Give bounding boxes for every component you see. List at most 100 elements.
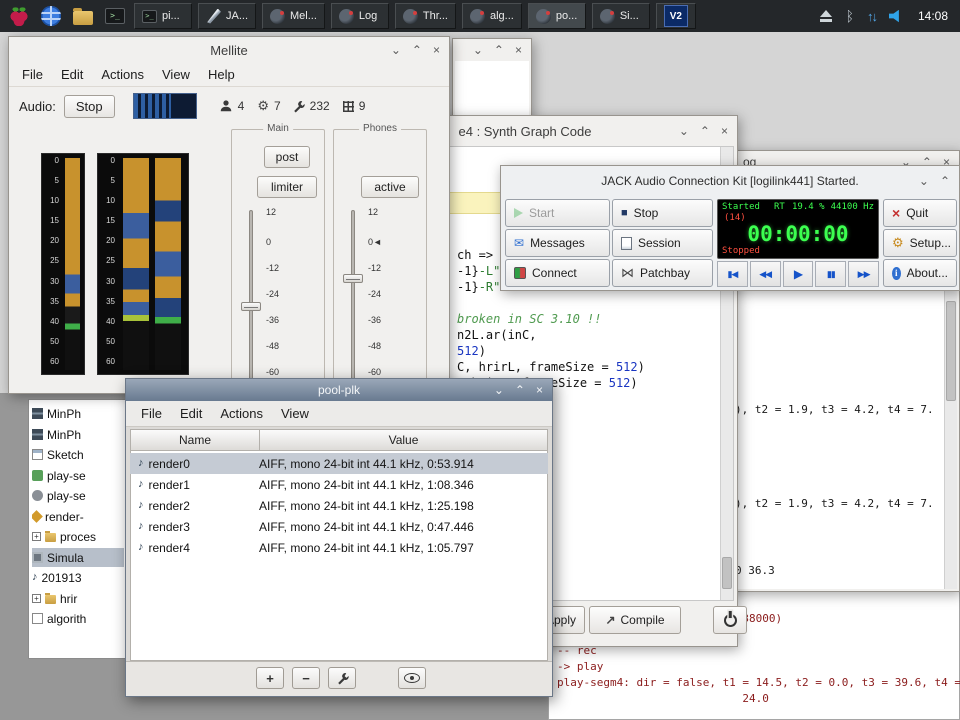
tree-item-minph2[interactable]: MinPh bbox=[32, 425, 124, 444]
compile-button[interactable]: ↗Compile bbox=[589, 606, 681, 634]
volume-slider-handle[interactable] bbox=[241, 302, 261, 311]
menu-edit[interactable]: Edit bbox=[171, 403, 211, 424]
tree-item-play-se[interactable]: play-se bbox=[32, 466, 124, 485]
cell-name: render0 bbox=[149, 457, 190, 471]
patchbay-button[interactable]: ⋈Patchbay bbox=[612, 259, 713, 287]
audio-meter-widget[interactable] bbox=[133, 93, 197, 119]
titlebar[interactable]: pool-plk ⌄ ⌃ × bbox=[126, 379, 552, 401]
column-header-name[interactable]: Name bbox=[131, 430, 260, 450]
cell-name: render3 bbox=[149, 520, 190, 534]
power-button[interactable] bbox=[713, 606, 747, 634]
taskbar-window-algorithm[interactable]: alg... bbox=[462, 3, 522, 29]
shade-icon[interactable]: ⌃ bbox=[412, 44, 422, 56]
file-manager-launcher[interactable] bbox=[70, 3, 96, 29]
menu-help[interactable]: Help bbox=[199, 64, 244, 85]
tree-item-proces[interactable]: +proces bbox=[32, 527, 124, 546]
browser-launcher[interactable] bbox=[38, 3, 64, 29]
menu-view[interactable]: View bbox=[272, 403, 318, 424]
close-icon[interactable]: × bbox=[515, 44, 522, 56]
titlebar[interactable]: JACK Audio Connection Kit [logilink441] … bbox=[501, 166, 959, 196]
titlebar[interactable]: ⌄ ⌃ × bbox=[453, 39, 531, 61]
pause-button[interactable]: ▮▮ bbox=[815, 261, 846, 287]
tools-button[interactable] bbox=[328, 667, 356, 689]
scrollbar-thumb[interactable] bbox=[722, 557, 732, 589]
music-note-icon: ♪ bbox=[32, 572, 38, 583]
play-button[interactable]: ▶ bbox=[783, 261, 814, 287]
menu-view[interactable]: View bbox=[153, 64, 199, 85]
table-row[interactable]: ♪render0 AIFF, mono 24-bit int 44.1 kHz,… bbox=[130, 453, 548, 474]
tree-item-hrir[interactable]: +hrir bbox=[32, 589, 124, 608]
tree-item-algorithm[interactable]: algorith bbox=[32, 609, 124, 628]
minimize-icon[interactable]: ⌄ bbox=[919, 175, 929, 187]
table-row[interactable]: ♪render4 AIFF, mono 24-bit int 44.1 kHz,… bbox=[130, 537, 548, 558]
taskbar-vnc-button[interactable]: V2 bbox=[656, 3, 696, 29]
minimize-icon[interactable]: ⌄ bbox=[473, 44, 483, 56]
taskbar-window-terminal[interactable]: >_pi... bbox=[134, 3, 192, 29]
phones-group: Phones active 12 0◄ -12 -24 -36 -48 -60 bbox=[333, 129, 427, 381]
phones-slider-handle[interactable] bbox=[343, 274, 363, 283]
taskbar-window-mellite[interactable]: Mel... bbox=[262, 3, 325, 29]
setup-button[interactable]: ⚙Setup... bbox=[883, 229, 957, 257]
limiter-button[interactable]: limiter bbox=[257, 176, 317, 198]
tree-item-minph[interactable]: MinPh bbox=[32, 404, 124, 423]
log-line: ), t2 = 1.9, t3 = 4.2, t4 = 7. bbox=[735, 498, 934, 509]
taskbar-window-pool[interactable]: po... bbox=[528, 3, 586, 29]
connect-button[interactable]: Connect bbox=[505, 259, 610, 287]
minimize-icon[interactable]: ⌄ bbox=[391, 44, 401, 56]
table-row[interactable]: ♪render2 AIFF, mono 24-bit int 44.1 kHz,… bbox=[130, 495, 548, 516]
shade-icon[interactable]: ⌃ bbox=[494, 44, 504, 56]
action-icon bbox=[32, 490, 43, 501]
tree-item-201913[interactable]: ♪201913 bbox=[32, 568, 124, 587]
taskbar-window-jack[interactable]: JA... bbox=[198, 3, 256, 29]
forward-button[interactable]: ▶▶ bbox=[848, 261, 879, 287]
phones-active-button[interactable]: active bbox=[361, 176, 419, 198]
terminal-launcher[interactable]: >_ bbox=[102, 3, 128, 29]
sketch-icon bbox=[32, 449, 43, 460]
network-monitor-icon[interactable]: ↑↓ bbox=[867, 9, 876, 24]
minimize-icon[interactable]: ⌄ bbox=[494, 384, 504, 396]
view-button[interactable] bbox=[398, 667, 426, 689]
skip-back-button[interactable]: ▮◀ bbox=[717, 261, 748, 287]
scrollbar-thumb[interactable] bbox=[946, 301, 956, 401]
session-button[interactable]: Session bbox=[612, 229, 713, 257]
shade-icon[interactable]: ⌃ bbox=[940, 175, 950, 187]
app-menu-button[interactable] bbox=[6, 3, 32, 29]
shade-icon[interactable]: ⌃ bbox=[515, 384, 525, 396]
post-button[interactable]: post bbox=[264, 146, 310, 168]
workspace-tree[interactable]: MinPh MinPh Sketch play-se play-se rende… bbox=[28, 399, 126, 659]
stop-button[interactable]: ■Stop bbox=[612, 199, 713, 227]
expand-icon[interactable]: + bbox=[32, 532, 41, 541]
taskbar-window-log[interactable]: Log bbox=[331, 3, 389, 29]
audio-stop-button[interactable]: Stop bbox=[64, 95, 115, 118]
about-button[interactable]: iAbout... bbox=[883, 259, 957, 287]
menu-file[interactable]: File bbox=[13, 64, 52, 85]
quit-button[interactable]: ×Quit bbox=[883, 199, 957, 227]
tree-item-sketch[interactable]: Sketch bbox=[32, 445, 124, 464]
messages-button[interactable]: ✉Messages bbox=[505, 229, 610, 257]
close-icon[interactable]: × bbox=[536, 384, 543, 396]
menu-actions[interactable]: Actions bbox=[211, 403, 272, 424]
start-button[interactable]: Start bbox=[505, 199, 610, 227]
table-row[interactable]: ♪render3 AIFF, mono 24-bit int 44.1 kHz,… bbox=[130, 516, 548, 537]
column-header-value[interactable]: Value bbox=[260, 430, 547, 450]
add-button[interactable]: + bbox=[256, 667, 284, 689]
tree-item-play-se2[interactable]: play-se bbox=[32, 486, 124, 505]
eject-icon[interactable] bbox=[819, 10, 833, 22]
volume-icon[interactable] bbox=[889, 10, 905, 23]
minimize-icon[interactable]: ⌄ bbox=[679, 125, 689, 137]
bluetooth-icon[interactable]: ᛒ bbox=[846, 9, 854, 23]
menu-actions[interactable]: Actions bbox=[92, 64, 153, 85]
shade-icon[interactable]: ⌃ bbox=[700, 125, 710, 137]
menu-edit[interactable]: Edit bbox=[52, 64, 92, 85]
expand-icon[interactable]: + bbox=[32, 594, 41, 603]
taskbar-window-simulation[interactable]: Si... bbox=[592, 3, 650, 29]
titlebar[interactable]: Mellite ⌄ ⌃ × bbox=[9, 37, 449, 63]
close-icon[interactable]: × bbox=[721, 125, 728, 137]
tree-item-simula[interactable]: Simula bbox=[32, 548, 124, 567]
remove-button[interactable]: − bbox=[292, 667, 320, 689]
menu-file[interactable]: File bbox=[132, 403, 171, 424]
close-icon[interactable]: × bbox=[433, 44, 440, 56]
taskbar-window-threshold[interactable]: Thr... bbox=[395, 3, 456, 29]
rewind-button[interactable]: ◀◀ bbox=[750, 261, 781, 287]
table-row[interactable]: ♪render1 AIFF, mono 24-bit int 44.1 kHz,… bbox=[130, 474, 548, 495]
